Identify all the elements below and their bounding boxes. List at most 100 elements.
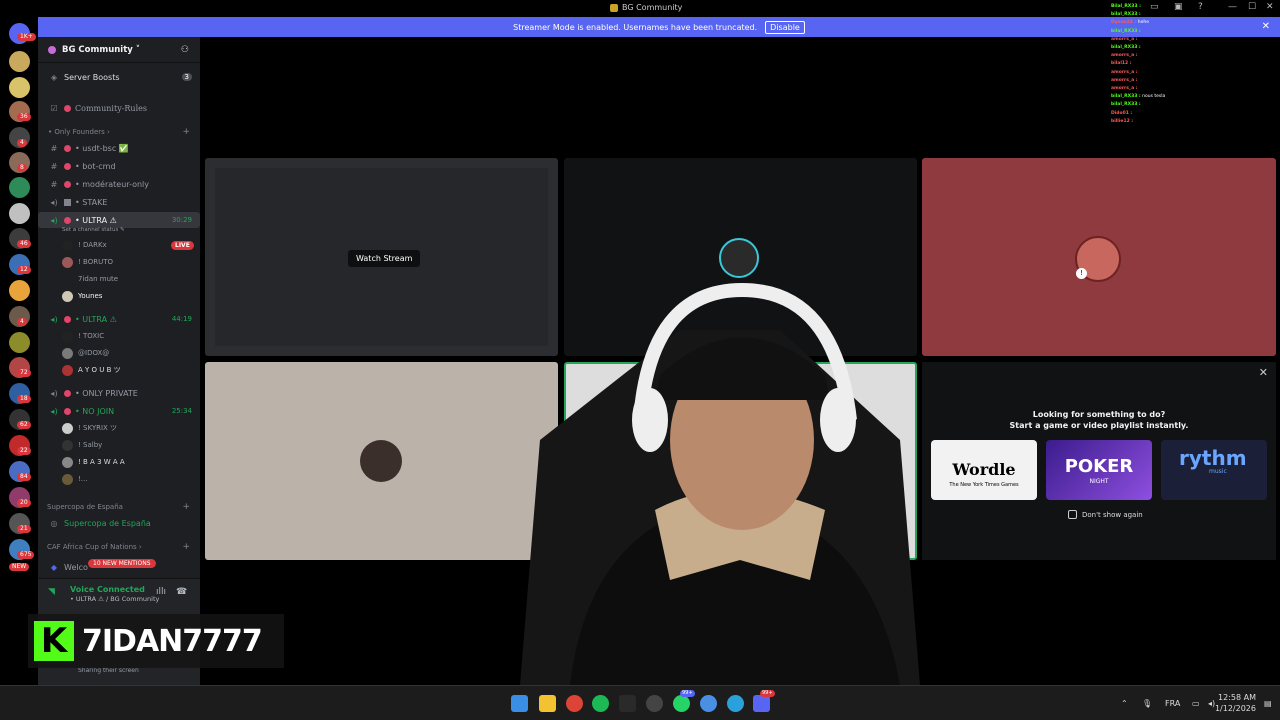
voice-member[interactable]: ! BORUTO <box>62 255 113 269</box>
category-supercopa[interactable]: Supercopa de España + <box>38 499 200 515</box>
help-icon[interactable]: ? <box>1198 2 1203 12</box>
chat-text: nous tesla <box>1142 94 1166 100</box>
disable-streamer-mode-button[interactable]: Disable <box>765 20 805 34</box>
minimize-button[interactable]: — <box>1228 2 1237 12</box>
voice-timer: 30:29 <box>171 216 192 224</box>
close-banner-icon[interactable]: ✕ <box>1262 21 1270 32</box>
channel-community-rules[interactable]: ☑ Community-Rules <box>38 100 200 116</box>
member-name: ! TOXIC <box>78 332 105 340</box>
chrome-profile-icon[interactable] <box>700 695 717 712</box>
chat-username: amorrs_a : <box>1111 36 1138 42</box>
file-explorer-icon[interactable] <box>539 695 556 712</box>
rail-badge: 22 <box>17 447 31 455</box>
discord-taskbar-icon[interactable] <box>753 695 770 712</box>
discord-badge: 99+ <box>760 690 775 697</box>
status-dot-icon <box>64 144 71 152</box>
obs-icon[interactable] <box>646 695 663 712</box>
voice-member[interactable]: ! SKYRIX ツ <box>62 421 117 435</box>
dont-show-again-checkbox[interactable]: Don't show again <box>1068 510 1143 519</box>
announcement-icon: ◆ <box>50 562 58 572</box>
start-icon[interactable] <box>511 695 528 712</box>
streamer-mode-banner: Streamer Mode is enabled. Usernames have… <box>38 17 1280 37</box>
avatar <box>62 330 73 342</box>
server-icon[interactable] <box>9 332 30 353</box>
avatar <box>62 422 73 434</box>
voice-member[interactable]: Younes <box>62 289 102 303</box>
microphone-icon[interactable]: 🎙 <box>1142 699 1152 708</box>
close-activity-icon[interactable]: ✕ <box>1259 366 1268 379</box>
maximize-button[interactable]: ☐ <box>1248 2 1256 12</box>
server-header[interactable]: BG Community ˅ ⚇ <box>38 37 200 63</box>
channel-status[interactable]: Set a channel status ✎ <box>62 224 224 236</box>
server-icon[interactable] <box>9 280 30 301</box>
language-indicator[interactable]: FRA <box>1165 699 1180 708</box>
voice-member[interactable]: !... <box>62 472 87 486</box>
channel-bot-cmd[interactable]: # • bot-cmd <box>38 158 200 174</box>
status-dot-icon <box>64 162 71 170</box>
rail-badge: 84 <box>17 473 31 481</box>
avatar <box>62 256 73 268</box>
wordle-activity-card[interactable]: Wordle The New York Times Games <box>931 440 1037 500</box>
channel-supercopa[interactable]: ◎ Supercopa de España <box>38 515 200 531</box>
channel-label: • ONLY PRIVATE <box>75 388 138 398</box>
add-channel-icon[interactable]: + <box>182 542 190 552</box>
category-caf[interactable]: CAF Africa Cup of Nations › + <box>38 539 200 555</box>
avatar <box>62 439 73 451</box>
voice-member[interactable]: ! B A 3 W A A <box>62 455 125 469</box>
noise-suppression-icon[interactable]: ıllı <box>156 587 166 597</box>
watch-stream-button[interactable]: Watch Stream <box>348 250 421 267</box>
participant-tile[interactable]: ! <box>922 158 1276 356</box>
voice-timer: 25:34 <box>171 407 192 415</box>
tray-overflow-icon[interactable]: ⌃ <box>1121 699 1128 708</box>
poker-night-activity-card[interactable]: POKER NIGHT <box>1046 440 1152 500</box>
telegram-icon[interactable] <box>727 695 744 712</box>
add-channel-icon[interactable]: + <box>182 502 190 512</box>
taskbar-clock[interactable]: 12:58 AM 1/12/2026 <box>1215 692 1256 714</box>
server-icon[interactable] <box>9 203 30 224</box>
rythm-activity-card[interactable]: rythm music <box>1161 440 1267 500</box>
server-icon[interactable] <box>9 51 30 72</box>
sharing-status: Sharing their screen <box>78 667 139 674</box>
voice-connected-label[interactable]: Voice Connected <box>70 585 145 594</box>
voice-member[interactable]: A Y O U B ツ <box>62 363 121 377</box>
member-name: ! SKYRIX ツ <box>78 424 118 432</box>
voice-member[interactable]: 7idan mute <box>62 272 118 286</box>
chat-message: bilal12 : <box>1111 60 1191 68</box>
notifications-icon[interactable]: ▤ <box>1264 699 1272 708</box>
voice-member[interactable]: ! TOXIC <box>62 329 104 343</box>
kick-studio-icon[interactable] <box>619 695 636 712</box>
voice-channel-no-join[interactable]: ◂) • NO JOIN 25:34 <box>38 403 200 419</box>
chrome-icon[interactable] <box>566 695 583 712</box>
windows-taskbar: 99+ 99+ ⌃ 🎙 FRA ▭ ◂) 12:58 AM 1/12/2026 … <box>0 685 1280 720</box>
voice-channel-path[interactable]: • ULTRA ⚠ / BG Community <box>70 595 159 603</box>
disconnect-icon[interactable]: ☎ <box>176 587 187 597</box>
chat-message: amorrs_a : <box>1111 36 1191 44</box>
muted-icon: ! <box>1076 268 1087 279</box>
channel-stake[interactable]: ◂) • STAKE <box>38 194 200 210</box>
voice-member[interactable]: ! DARKx <box>62 238 107 252</box>
discord-app-icon <box>610 3 618 12</box>
server-rail: 1K+ 36 4 8 46 12 4 72 18 62 22 84 20 21 … <box>0 17 38 685</box>
voice-channel-ultra-2[interactable]: ◂) • ULTRA ⚠ 44:19 <box>38 311 200 327</box>
server-icon[interactable] <box>9 177 30 198</box>
close-window-button[interactable]: ✕ <box>1266 2 1274 12</box>
new-mentions-badge[interactable]: 10 NEW MENTIONS <box>88 559 156 568</box>
voice-member[interactable]: ! Salby <box>62 438 102 452</box>
whatsapp-icon[interactable] <box>673 695 690 712</box>
invite-icon[interactable]: ⚇ <box>181 45 189 55</box>
channel-usdt-bsc[interactable]: # • usdt-bsc ✅ <box>38 140 200 156</box>
spotify-icon[interactable] <box>592 695 609 712</box>
voice-channel-only-private[interactable]: ◂) • ONLY PRIVATE <box>38 385 200 401</box>
add-channel-icon[interactable]: + <box>182 127 190 137</box>
category-label: Supercopa de España <box>47 503 123 511</box>
server-icon[interactable] <box>9 77 30 98</box>
channel-moderateur-only[interactable]: # • modérateur-only <box>38 176 200 192</box>
chat-text: hehe <box>1137 20 1149 26</box>
category-only-founders[interactable]: • Only Founders › + <box>38 124 200 140</box>
voice-member[interactable]: @IDOX@ <box>62 346 109 360</box>
clock-time: 12:58 AM <box>1218 693 1256 702</box>
window-titlebar: BG Community ▭ ▣ ? — ☐ ✕ <box>0 0 1280 17</box>
network-icon[interactable]: ▭ <box>1192 699 1200 708</box>
server-boosts[interactable]: ◈ Server Boosts 3 <box>38 69 200 85</box>
status-dot-icon <box>64 104 71 112</box>
